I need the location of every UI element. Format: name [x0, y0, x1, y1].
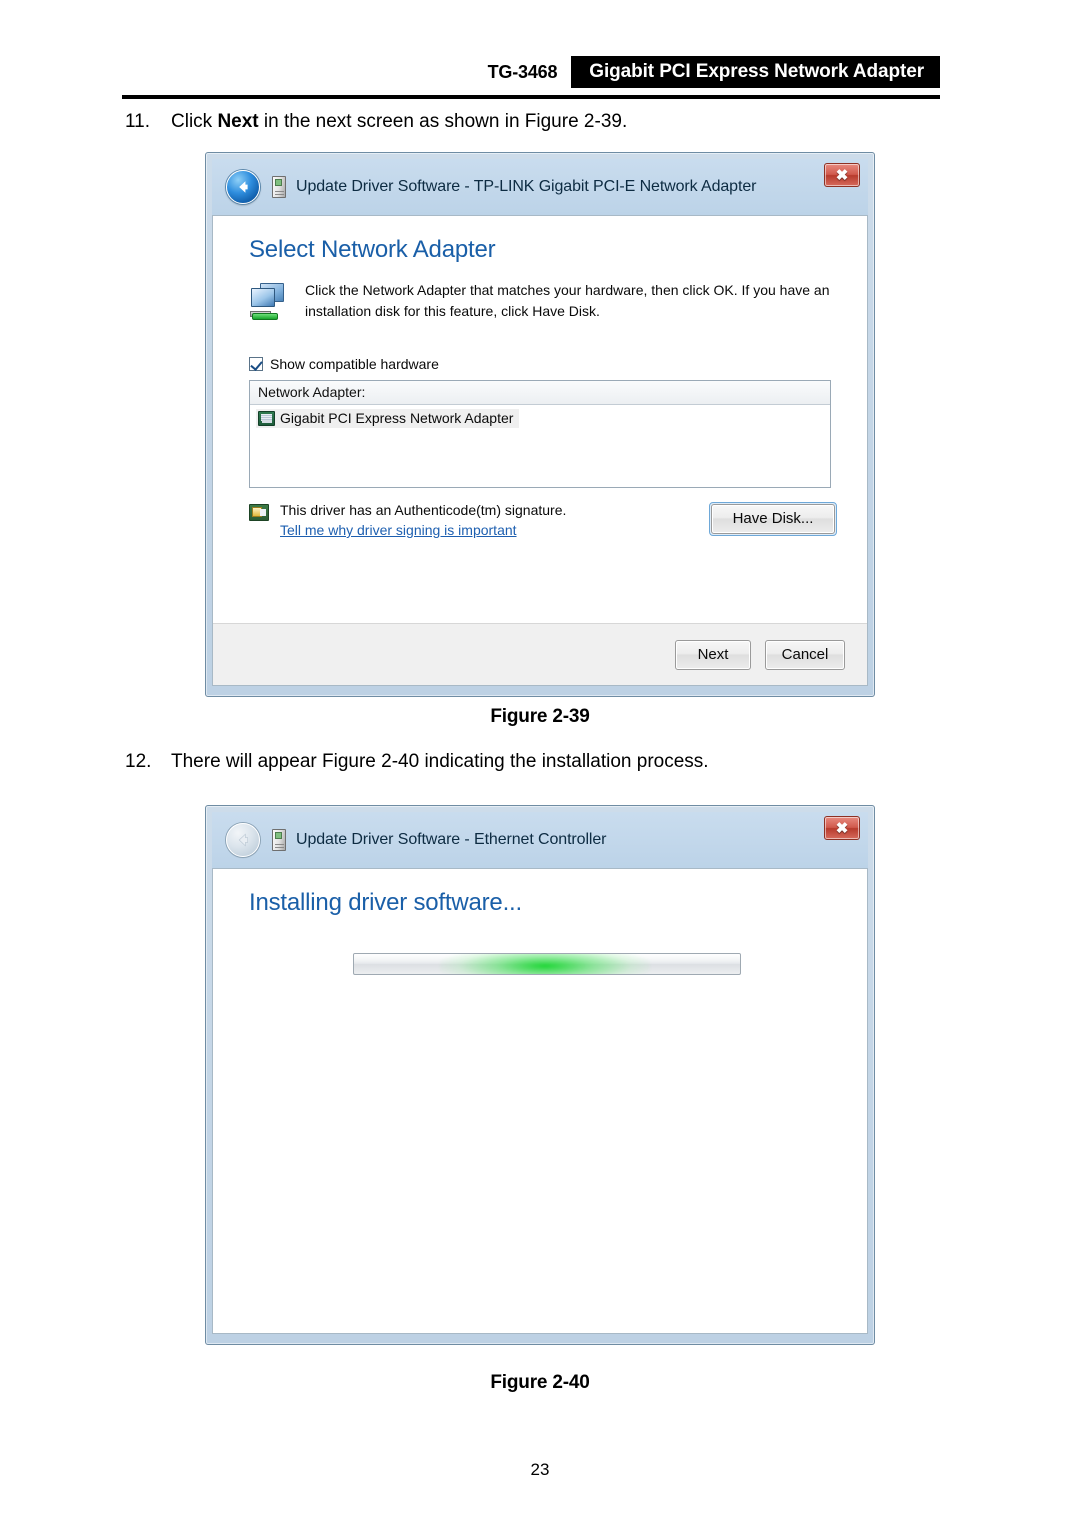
header-rule [122, 95, 940, 99]
dialog1-description: Click the Network Adapter that matches y… [305, 282, 830, 319]
dialog2-titlebar: Update Driver Software - Ethernet Contro… [212, 812, 868, 868]
installation-progress-bar [353, 953, 741, 975]
header-model-number: TG-3468 [487, 61, 558, 82]
dialog2-heading: Installing driver software... [249, 889, 522, 916]
step-11-bold: Next [217, 111, 259, 132]
list-item-label: Gigabit PCI Express Network Adapter [280, 410, 514, 426]
driver-device-icon [272, 829, 286, 851]
listbox-column-header: Network Adapter: [250, 381, 830, 405]
step-11-number: 11. [125, 111, 151, 132]
dialog-installing-driver-software: Update Driver Software - Ethernet Contro… [205, 805, 875, 1345]
network-card-icon [258, 410, 275, 426]
dialog-select-network-adapter: Update Driver Software - TP-LINK Gigabit… [205, 152, 875, 697]
page-number: 23 [530, 1460, 550, 1479]
step-12-number: 12. [125, 751, 152, 772]
close-icon[interactable]: ✖ [824, 816, 860, 840]
step-12: 12. There will appear Figure 2-40 indicat… [125, 750, 709, 774]
dialog1-titlebar: Update Driver Software - TP-LINK Gigabit… [212, 159, 868, 215]
dialog1-footer: Next Cancel [213, 623, 867, 685]
step-11-suffix: in the next screen as shown in Figure 2-… [258, 111, 628, 132]
list-item[interactable]: Gigabit PCI Express Network Adapter [256, 409, 520, 428]
driver-device-icon [272, 176, 286, 198]
header-product-banner: Gigabit PCI Express Network Adapter [571, 56, 940, 88]
step-11: 11. Click Next in the next screen as show… [125, 110, 627, 134]
back-arrow-icon[interactable] [226, 170, 260, 204]
dialog2-body: Installing driver software... [212, 868, 868, 1334]
step-12-text: There will appear Figure 2-40 indicating… [171, 751, 709, 772]
driver-signing-link[interactable]: Tell me why driver signing is important [280, 522, 566, 538]
dialog1-body: Select Network Adapter Click the Network… [212, 215, 868, 686]
figure-caption-2-39: Figure 2-39 [490, 706, 590, 727]
progress-bar-marquee-glow [440, 954, 650, 974]
back-arrow-icon-disabled [226, 823, 260, 857]
close-icon[interactable]: ✖ [824, 163, 860, 187]
dialog2-title: Update Driver Software - Ethernet Contro… [296, 831, 607, 848]
dialog1-description-row: Click the Network Adapter that matches y… [213, 264, 867, 322]
figure-caption-2-40: Figure 2-40 [490, 1372, 590, 1393]
dialog1-title: Update Driver Software - TP-LINK Gigabit… [296, 178, 757, 195]
have-disk-button[interactable]: Have Disk... [711, 504, 835, 534]
checkbox-checked-icon[interactable] [249, 357, 263, 371]
network-monitor-icon [249, 282, 289, 322]
dialog1-heading: Select Network Adapter [249, 236, 496, 263]
cancel-button[interactable]: Cancel [765, 639, 845, 670]
next-button[interactable]: Next [675, 639, 751, 670]
show-compatible-hardware-checkbox[interactable]: Show compatible hardware [213, 322, 867, 372]
have-disk-button-focus-ring: Have Disk... [709, 502, 837, 536]
signature-text: This driver has an Authenticode(tm) sign… [280, 502, 567, 518]
page-header: TG-3468 Gigabit PCI Express Network Adap… [122, 56, 940, 100]
step-11-prefix: Click [171, 111, 218, 132]
network-adapter-listbox[interactable]: Network Adapter: Gigabit PCI Express Net… [249, 380, 831, 488]
dialog1-signature-row: This driver has an Authenticode(tm) sign… [213, 488, 867, 538]
show-compatible-hardware-label: Show compatible hardware [270, 356, 439, 372]
certificate-icon [249, 504, 269, 521]
